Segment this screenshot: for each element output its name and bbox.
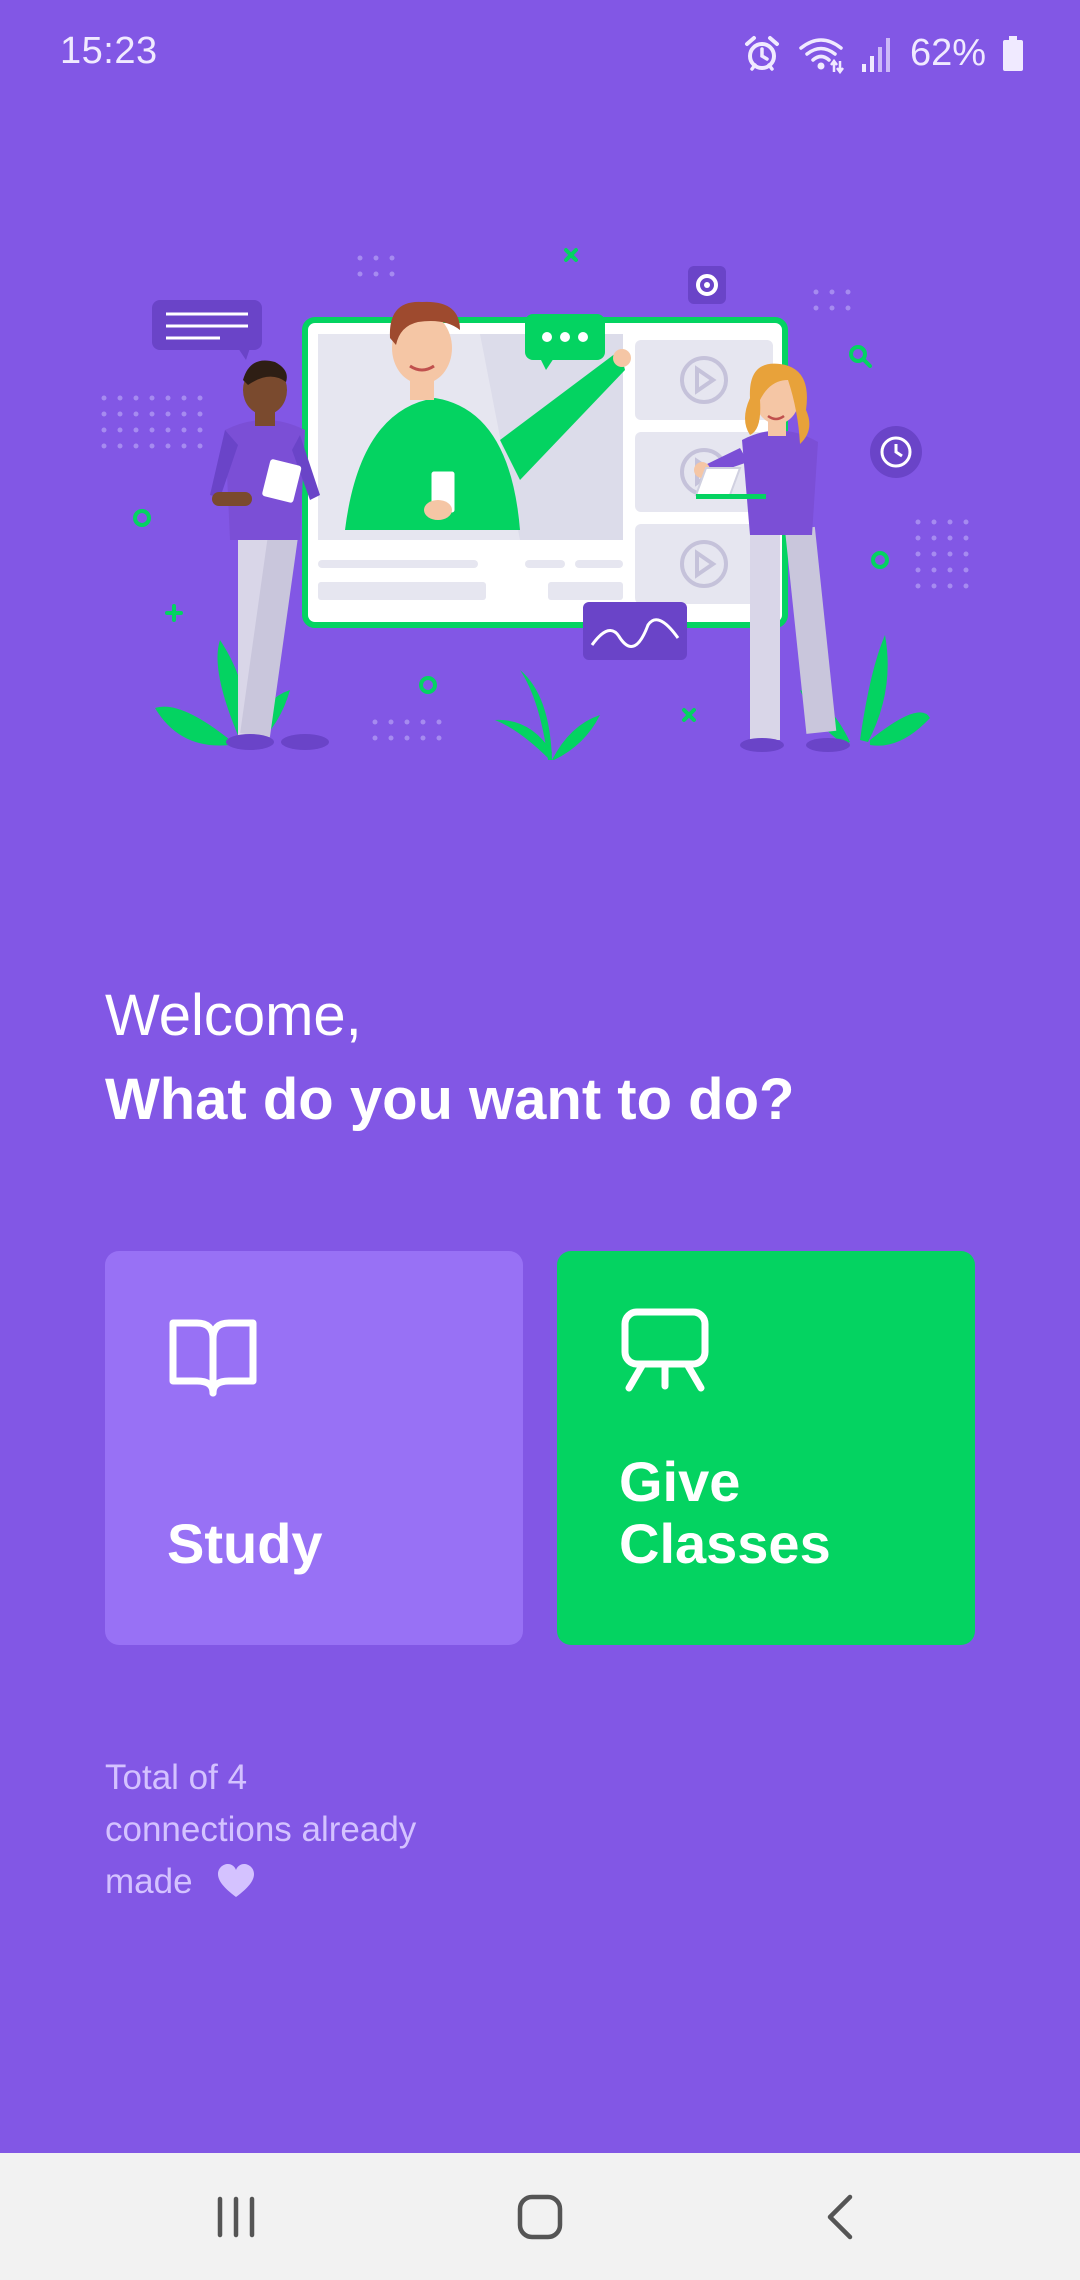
- welcome-question: What do you want to do?: [105, 1067, 795, 1132]
- back-icon: [827, 2194, 853, 2239]
- book-open-icon: [169, 1319, 257, 1397]
- connections-line2: connections already: [105, 1810, 417, 1849]
- welcome-greeting: Welcome,: [105, 983, 362, 1048]
- status-icons: 62%: [742, 32, 1024, 75]
- battery-percentage: 62%: [909, 32, 986, 74]
- give-classes-label-line1: Give: [619, 1450, 741, 1513]
- study-button[interactable]: Study: [105, 1251, 523, 1645]
- connections-line3-wrap: made: [105, 1856, 565, 1908]
- give-classes-label: Give Classes: [619, 1451, 831, 1575]
- recents-icon: [217, 2196, 255, 2237]
- hero-illustration: [101, 248, 969, 760]
- connections-total: Total of 4 connections already made: [105, 1752, 565, 1908]
- back-button[interactable]: [740, 2153, 940, 2280]
- home-icon: [517, 2194, 563, 2239]
- study-label-text: Study: [167, 1512, 323, 1575]
- status-bar: 15:23 62%: [0, 0, 1080, 110]
- study-label: Study: [167, 1513, 323, 1575]
- status-time: 15:23: [60, 30, 158, 72]
- connections-line3: made: [105, 1862, 193, 1901]
- recents-button[interactable]: [136, 2153, 336, 2280]
- give-classes-button[interactable]: Give Classes: [557, 1251, 975, 1645]
- heart-icon: [218, 1863, 255, 1897]
- presentation-board-icon: [621, 1308, 709, 1392]
- alarm-icon: [744, 35, 779, 71]
- home-button[interactable]: [440, 2153, 640, 2280]
- system-nav-bar: [0, 2153, 1080, 2280]
- connections-line1: Total of 4: [105, 1758, 248, 1797]
- give-classes-label-line2: Classes: [619, 1512, 831, 1575]
- wifi-icon: [799, 37, 844, 74]
- battery-icon: [1003, 35, 1023, 71]
- landing-screen: 15:23 62% Welcome, What do you want to d…: [0, 0, 1080, 2280]
- signal-icon: [861, 37, 890, 72]
